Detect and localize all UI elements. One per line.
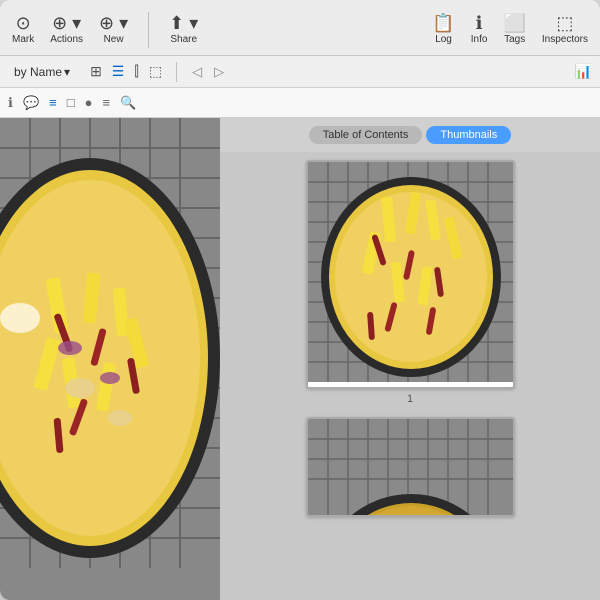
column-view-button[interactable]: ⫿ (130, 61, 142, 82)
grid-view-button[interactable]: ⊞ (86, 61, 106, 82)
chart-view-button[interactable]: 📊 (575, 63, 592, 80)
tab-thumbnails-button[interactable]: Thumbnails (426, 126, 511, 144)
inspector-page-icon[interactable]: □ (67, 95, 75, 110)
inspector-menu-icon[interactable]: ≡ (102, 95, 110, 110)
main-image (0, 118, 220, 568)
tab-toc-button[interactable]: Table of Contents (309, 126, 423, 144)
info-button[interactable]: ℹ Info (471, 14, 488, 45)
app-window: ⊙ Mark ⊕ ▾ Actions ⊕ ▾ New ⬆ ▾ Share 📋 L… (0, 0, 600, 600)
mark-button[interactable]: ⊙ Mark (12, 14, 34, 45)
sub-toolbar-divider (176, 62, 177, 82)
thumbnails-header: Table of Contents Thumbnails (220, 118, 600, 152)
main-content: Table of Contents Thumbnails (0, 118, 600, 600)
thumbnail-image-2 (308, 419, 513, 517)
back-button[interactable]: ◁ (187, 62, 207, 82)
inspector-comment-icon[interactable]: 💬 (23, 95, 39, 111)
list-view-button[interactable]: ☰ (108, 61, 129, 82)
right-panel: Table of Contents Thumbnails (220, 118, 600, 600)
thumbnail-image-1 (308, 162, 513, 382)
page-number-1: 1 (407, 393, 413, 405)
thumbnails-list[interactable]: 1 (220, 152, 600, 600)
new-button[interactable]: ⊕ ▾ New (99, 14, 128, 45)
log-icon: 📋 (432, 14, 454, 32)
toolbar-divider-1 (148, 12, 149, 48)
info-icon: ℹ (476, 14, 483, 32)
share-button[interactable]: ⬆ ▾ Share (169, 14, 198, 45)
thumbnail-frame-2 (306, 417, 515, 517)
inspector-list-icon[interactable]: ≡ (49, 95, 57, 110)
thumbnail-frame-1 (306, 160, 515, 389)
inspector-search-icon[interactable]: 🔍 (120, 95, 136, 111)
inspector-info-icon[interactable]: ℹ (8, 95, 13, 111)
inspectors-button[interactable]: ⬚ Inspectors (542, 14, 588, 45)
toolbar-right-group: 📋 Log ℹ Info ⬜ Tags ⬚ Inspectors (432, 14, 588, 45)
sort-by-name-button[interactable]: by Name ▾ (8, 63, 76, 81)
strip-view-button[interactable]: ⬚ (145, 61, 166, 82)
sub-toolbar: by Name ▾ ⊞ ☰ ⫿ ⬚ ◁ ▷ 📊 (0, 56, 600, 88)
nav-buttons: ◁ ▷ (187, 62, 229, 82)
main-toolbar: ⊙ Mark ⊕ ▾ Actions ⊕ ▾ New ⬆ ▾ Share 📋 L… (0, 0, 600, 56)
share-icon: ⬆ ▾ (169, 14, 198, 32)
view-toggle-group: ⊞ ☰ ⫿ ⬚ (86, 61, 166, 82)
actions-icon: ⊕ ▾ (52, 14, 81, 32)
mark-icon: ⊙ (16, 14, 31, 32)
tags-icon: ⬜ (503, 14, 525, 32)
new-icon: ⊕ ▾ (99, 14, 128, 32)
sort-controls: by Name ▾ ⊞ ☰ ⫿ ⬚ (8, 61, 166, 82)
actions-button[interactable]: ⊕ ▾ Actions (50, 14, 83, 45)
inspector-circle-icon[interactable]: ● (85, 95, 93, 110)
thumbnail-item-1[interactable]: 1 (306, 160, 515, 405)
left-panel (0, 118, 220, 600)
inspectors-icon: ⬚ (556, 14, 573, 32)
forward-button[interactable]: ▷ (209, 62, 229, 82)
inspector-toolbar: ℹ 💬 ≡ □ ● ≡ 🔍 (0, 88, 600, 118)
log-button[interactable]: 📋 Log (432, 14, 454, 45)
tags-button[interactable]: ⬜ Tags (503, 14, 525, 45)
thumbnail-item-2[interactable] (306, 417, 515, 517)
